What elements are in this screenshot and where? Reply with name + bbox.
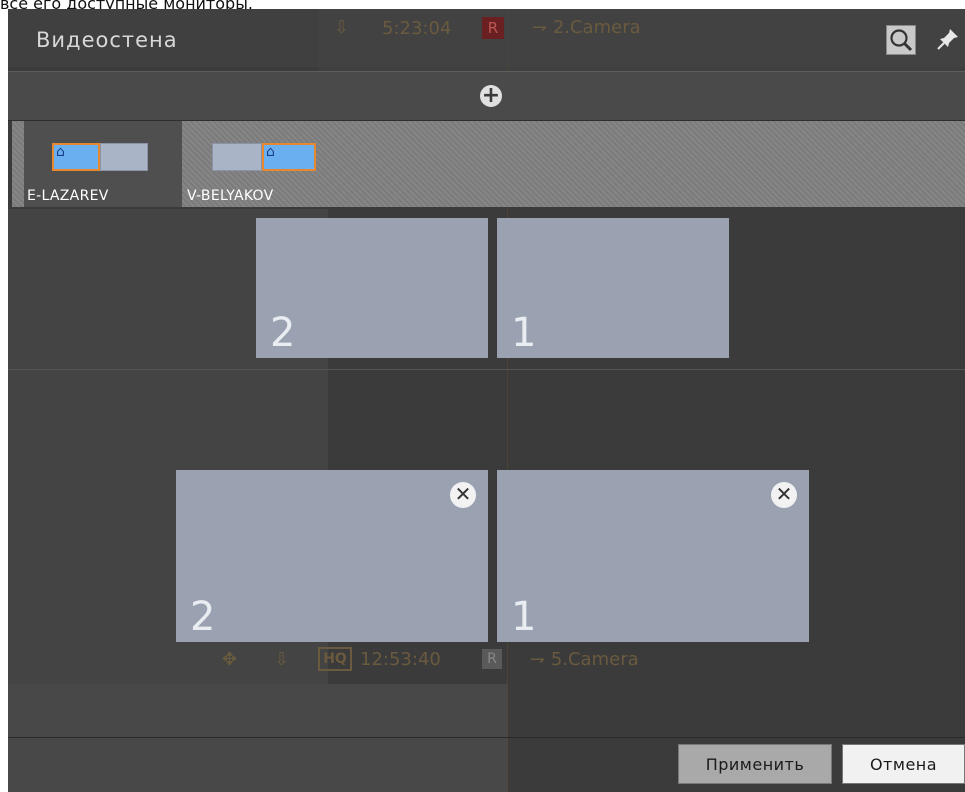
download-arrow-icon: ⇩ — [334, 17, 350, 38]
move-icon: ✥ — [222, 649, 238, 670]
close-slot-button[interactable]: ✕ — [450, 482, 476, 508]
tab-e-lazarev[interactable]: ⌂ E-LAZAREV — [24, 121, 182, 207]
search-button[interactable] — [886, 25, 916, 55]
background-camera-name: ⇁ 5.Camera — [530, 649, 639, 670]
apply-button[interactable]: Применить — [678, 744, 832, 784]
record-badge: R — [482, 17, 504, 39]
slot-number: 1 — [511, 594, 537, 640]
monitor-slot[interactable]: ✕ 1 — [497, 470, 809, 642]
home-icon: ⌂ — [56, 144, 65, 160]
camera-label: 2.Camera — [552, 17, 641, 38]
camera-label: 5.Camera — [550, 649, 639, 670]
close-circle-icon: ✕ — [775, 482, 793, 506]
monitor-tabs: ⌂ E-LAZAREV ⌂ V-BELYAKOV — [12, 121, 965, 207]
monitor-slot[interactable]: 1 — [497, 218, 729, 358]
download-arrow-icon: ⇩ — [274, 649, 290, 670]
slot-number: 2 — [270, 310, 296, 356]
hq-badge: HQ — [318, 647, 352, 671]
tab-v-belyakov[interactable]: ⌂ V-BELYAKOV — [184, 121, 342, 207]
background-camera-name: ⇁ 2.Camera — [532, 17, 641, 38]
plus-circle-icon: + — [481, 83, 501, 108]
slot-number: 2 — [190, 594, 216, 640]
dialog-title: Видеостена — [36, 28, 178, 52]
monitor-thumb-main: ⌂ — [52, 143, 100, 171]
close-slot-button[interactable]: ✕ — [771, 482, 797, 508]
add-monitor-bar: + — [8, 71, 965, 121]
pin-button[interactable] — [934, 23, 965, 55]
tab-label: E-LAZAREV — [27, 188, 109, 204]
monitor-slot[interactable]: 2 — [256, 218, 488, 358]
slot-number: 1 — [511, 310, 537, 356]
search-icon — [890, 29, 913, 52]
pin-icon — [937, 29, 958, 50]
background-time: 5:23:04 — [382, 18, 452, 39]
monitor-slot[interactable]: ✕ 2 — [176, 470, 488, 642]
tab-label: V-BELYAKOV — [187, 188, 274, 204]
background-camera — [8, 684, 508, 792]
home-icon: ⌂ — [266, 144, 275, 160]
divider — [8, 737, 965, 738]
add-button[interactable]: + — [480, 85, 502, 107]
monitor-thumb-main: ⌂ — [262, 143, 316, 171]
cancel-button[interactable]: Отмена — [842, 744, 965, 784]
monitor-thumb — [100, 143, 148, 171]
monitor-thumb — [212, 143, 262, 171]
dialog-header: ⇩ 5:23:04 R ⇁ 2.Camera Видеостена — [8, 9, 965, 67]
background-time: 12:53:40 — [360, 649, 441, 670]
divider — [8, 369, 965, 370]
video-wall-dialog: ⇩ 5:23:04 R ⇁ 2.Camera Видеостена + ⌂ E-… — [8, 9, 965, 792]
close-circle-icon: ✕ — [454, 482, 472, 506]
record-badge: R — [482, 649, 502, 669]
